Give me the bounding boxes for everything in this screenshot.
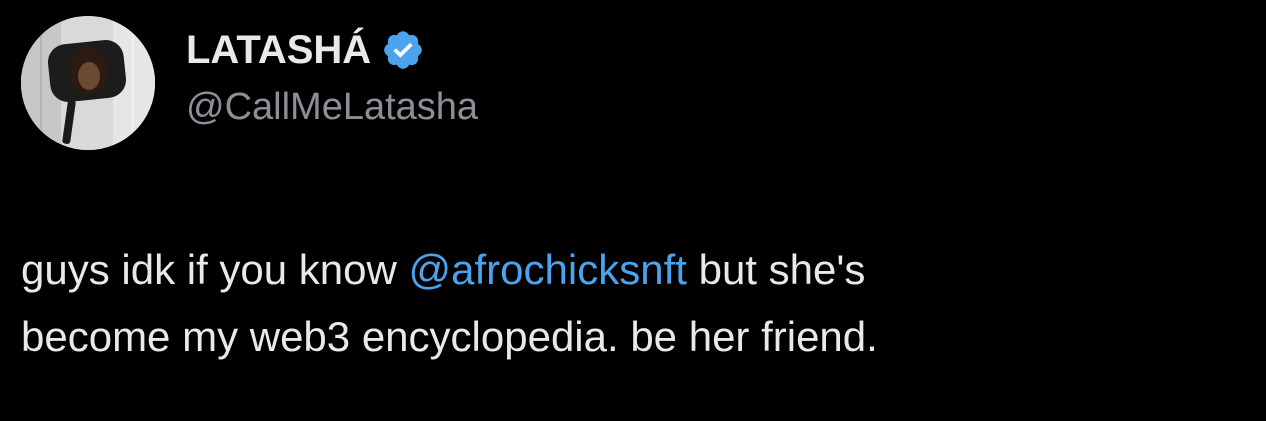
- tweet-text: guys idk if you know @afrochicksnft but …: [21, 236, 1241, 370]
- tweet-card: LATASHÁ @CallMeLatasha guys idk if you k…: [0, 0, 1266, 421]
- tweet-author: LATASHÁ @CallMeLatasha: [186, 24, 478, 129]
- verified-badge-icon: [381, 28, 425, 72]
- tweet-text-part: but she's: [686, 246, 866, 293]
- name-row: LATASHÁ: [186, 24, 478, 76]
- avatar-image: [21, 16, 155, 150]
- user-handle[interactable]: @CallMeLatasha: [186, 86, 478, 129]
- display-name[interactable]: LATASHÁ: [186, 28, 371, 73]
- mention-link[interactable]: @afrochicksnft: [409, 246, 687, 293]
- tweet-text-part: guys idk if you know: [21, 246, 409, 293]
- tweet-text-part: become my web3 encyclopedia. be her frie…: [21, 313, 878, 360]
- avatar[interactable]: [21, 16, 155, 150]
